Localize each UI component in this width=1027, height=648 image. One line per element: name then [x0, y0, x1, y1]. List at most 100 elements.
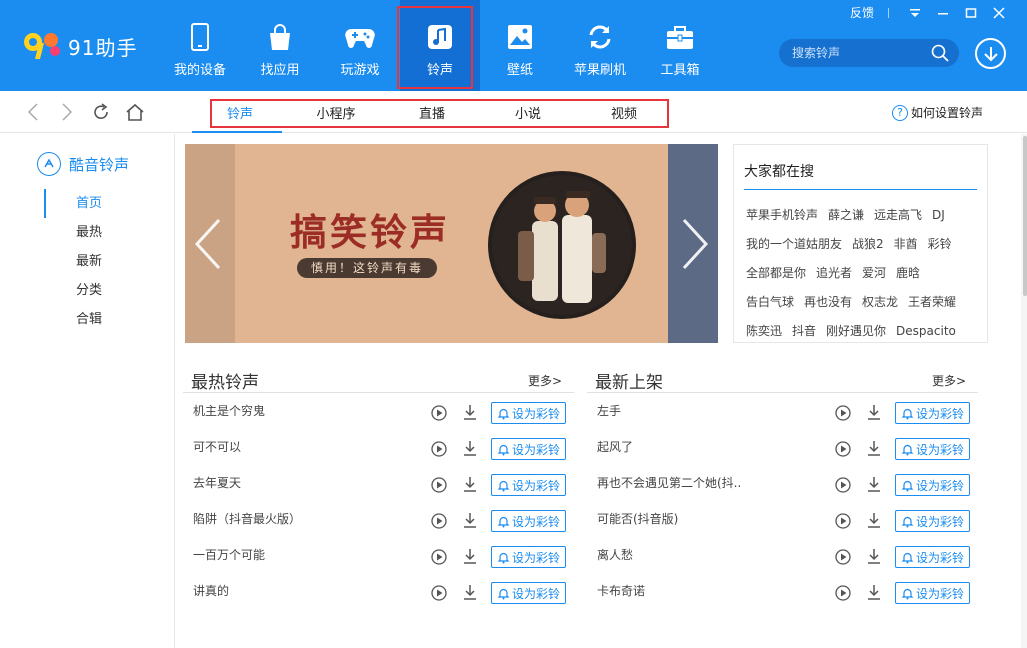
ringtone-name[interactable]: 起风了 — [597, 438, 633, 455]
ringtone-name[interactable]: 机主是个穷鬼 — [193, 402, 265, 419]
ringtone-name[interactable]: 可不可以 — [193, 438, 241, 455]
trending-tag[interactable]: 远走高飞 — [874, 206, 922, 223]
download-icon[interactable] — [866, 584, 882, 600]
set-ringback-button[interactable]: 设为彩铃 — [895, 582, 970, 604]
nav-my-device[interactable]: 我的设备 — [160, 0, 240, 91]
search-icon[interactable] — [931, 44, 949, 66]
forward-icon[interactable] — [56, 101, 78, 123]
scrollbar-thumb[interactable] — [1023, 136, 1027, 296]
trending-tag[interactable]: 爱河 — [862, 264, 886, 281]
ringtone-name[interactable]: 陷阱（抖音最火版） — [193, 510, 301, 527]
nav-apple-flash[interactable]: 苹果刷机 — [560, 0, 640, 91]
trending-tag[interactable]: 薛之谦 — [828, 206, 864, 223]
feedback-link[interactable]: 反馈 — [850, 4, 874, 21]
minimize-icon[interactable] — [929, 5, 957, 21]
download-manager-button[interactable] — [975, 38, 1006, 69]
set-ringback-button[interactable]: 设为彩铃 — [491, 510, 566, 532]
more-link[interactable]: 更多> — [932, 372, 966, 389]
download-icon[interactable] — [866, 404, 882, 420]
set-ringback-button[interactable]: 设为彩铃 — [895, 474, 970, 496]
ringtone-name[interactable]: 左手 — [597, 402, 621, 419]
trending-tag[interactable]: 追光者 — [816, 264, 852, 281]
download-icon[interactable] — [462, 476, 478, 492]
set-ringback-button[interactable]: 设为彩铃 — [895, 546, 970, 568]
download-icon[interactable] — [462, 440, 478, 456]
play-icon[interactable] — [835, 441, 851, 457]
tab-live[interactable]: 直播 — [384, 91, 480, 133]
banner-next-icon[interactable] — [680, 218, 710, 270]
trending-tag[interactable]: 告白气球 — [746, 293, 794, 310]
play-icon[interactable] — [431, 549, 447, 565]
trending-tag[interactable]: 刚好遇见你 — [826, 322, 886, 339]
play-icon[interactable] — [835, 513, 851, 529]
play-icon[interactable] — [835, 549, 851, 565]
reload-icon[interactable] — [90, 101, 112, 123]
nav-ringtones[interactable]: 铃声 — [400, 0, 480, 91]
search-input[interactable] — [792, 46, 922, 60]
ringtone-name[interactable]: 离人愁 — [597, 546, 633, 563]
trending-tag[interactable]: 我的一个道姑朋友 — [746, 235, 842, 252]
sidebar-item-categories[interactable]: 分类 — [44, 276, 102, 305]
banner-prev-icon[interactable] — [193, 218, 223, 270]
ringtone-name[interactable]: 卡布奇诺 — [597, 582, 645, 599]
trending-tag[interactable]: 战狼2 — [852, 235, 884, 252]
download-icon[interactable] — [866, 476, 882, 492]
play-icon[interactable] — [431, 513, 447, 529]
ringtone-name[interactable]: 可能否(抖音版) — [597, 510, 678, 527]
download-icon[interactable] — [866, 548, 882, 564]
tab-novels[interactable]: 小说 — [480, 91, 576, 133]
tab-mini-programs[interactable]: 小程序 — [288, 91, 384, 133]
ringtone-name[interactable]: 讲真的 — [193, 582, 229, 599]
download-icon[interactable] — [462, 512, 478, 528]
set-ringback-button[interactable]: 设为彩铃 — [491, 474, 566, 496]
set-ringback-button[interactable]: 设为彩铃 — [491, 582, 566, 604]
tab-ringtones[interactable]: 铃声 — [192, 91, 288, 133]
play-icon[interactable] — [431, 585, 447, 601]
ringtone-name[interactable]: 去年夏天 — [193, 474, 241, 491]
trending-tag[interactable]: 全部都是你 — [746, 264, 806, 281]
trending-tag[interactable]: 陈奕迅 — [746, 322, 782, 339]
play-icon[interactable] — [835, 405, 851, 421]
play-icon[interactable] — [431, 477, 447, 493]
sidebar-item-hottest[interactable]: 最热 — [44, 218, 102, 247]
trending-tag[interactable]: 苹果手机铃声 — [746, 206, 818, 223]
nav-toolbox[interactable]: 工具箱 — [640, 0, 720, 91]
trending-tag[interactable]: 彩铃 — [928, 235, 952, 252]
nav-find-apps[interactable]: 找应用 — [240, 0, 320, 91]
trending-tag[interactable]: Despacito — [896, 324, 956, 338]
close-icon[interactable] — [985, 5, 1013, 21]
sidebar-item-home[interactable]: 首页 — [44, 189, 102, 218]
promo-banner[interactable]: 搞笑铃声 慎用！这铃声有毒 — [185, 144, 718, 343]
trending-tag[interactable]: 鹿晗 — [896, 264, 920, 281]
trending-tag[interactable]: 抖音 — [792, 322, 816, 339]
home-icon[interactable] — [124, 101, 146, 123]
trending-tag[interactable]: DJ — [932, 208, 945, 222]
maximize-icon[interactable] — [957, 5, 985, 21]
sidebar-item-collections[interactable]: 合辑 — [44, 305, 102, 334]
nav-games[interactable]: 玩游戏 — [320, 0, 400, 91]
download-icon[interactable] — [866, 512, 882, 528]
tab-videos[interactable]: 视频 — [576, 91, 672, 133]
trending-tag[interactable]: 再也没有 — [804, 293, 852, 310]
menu-icon[interactable] — [901, 5, 929, 21]
ringtone-name[interactable]: 再也不会遇见第二个她(抖.. — [597, 474, 741, 491]
set-ringback-button[interactable]: 设为彩铃 — [491, 438, 566, 460]
nav-wallpaper[interactable]: 壁纸 — [480, 0, 560, 91]
set-ringback-button[interactable]: 设为彩铃 — [895, 402, 970, 424]
ringtone-name[interactable]: 一百万个可能 — [193, 546, 265, 563]
trending-tag[interactable]: 王者荣耀 — [908, 293, 956, 310]
play-icon[interactable] — [835, 477, 851, 493]
set-ringback-button[interactable]: 设为彩铃 — [491, 546, 566, 568]
sidebar-item-newest[interactable]: 最新 — [44, 247, 102, 276]
download-icon[interactable] — [866, 440, 882, 456]
trending-tag[interactable]: 权志龙 — [862, 293, 898, 310]
download-icon[interactable] — [462, 584, 478, 600]
back-icon[interactable] — [22, 101, 44, 123]
set-ringback-button[interactable]: 设为彩铃 — [895, 510, 970, 532]
download-icon[interactable] — [462, 548, 478, 564]
set-ringback-button[interactable]: 设为彩铃 — [895, 438, 970, 460]
play-icon[interactable] — [835, 585, 851, 601]
set-ringback-button[interactable]: 设为彩铃 — [491, 402, 566, 424]
more-link[interactable]: 更多> — [528, 372, 562, 389]
play-icon[interactable] — [431, 405, 447, 421]
